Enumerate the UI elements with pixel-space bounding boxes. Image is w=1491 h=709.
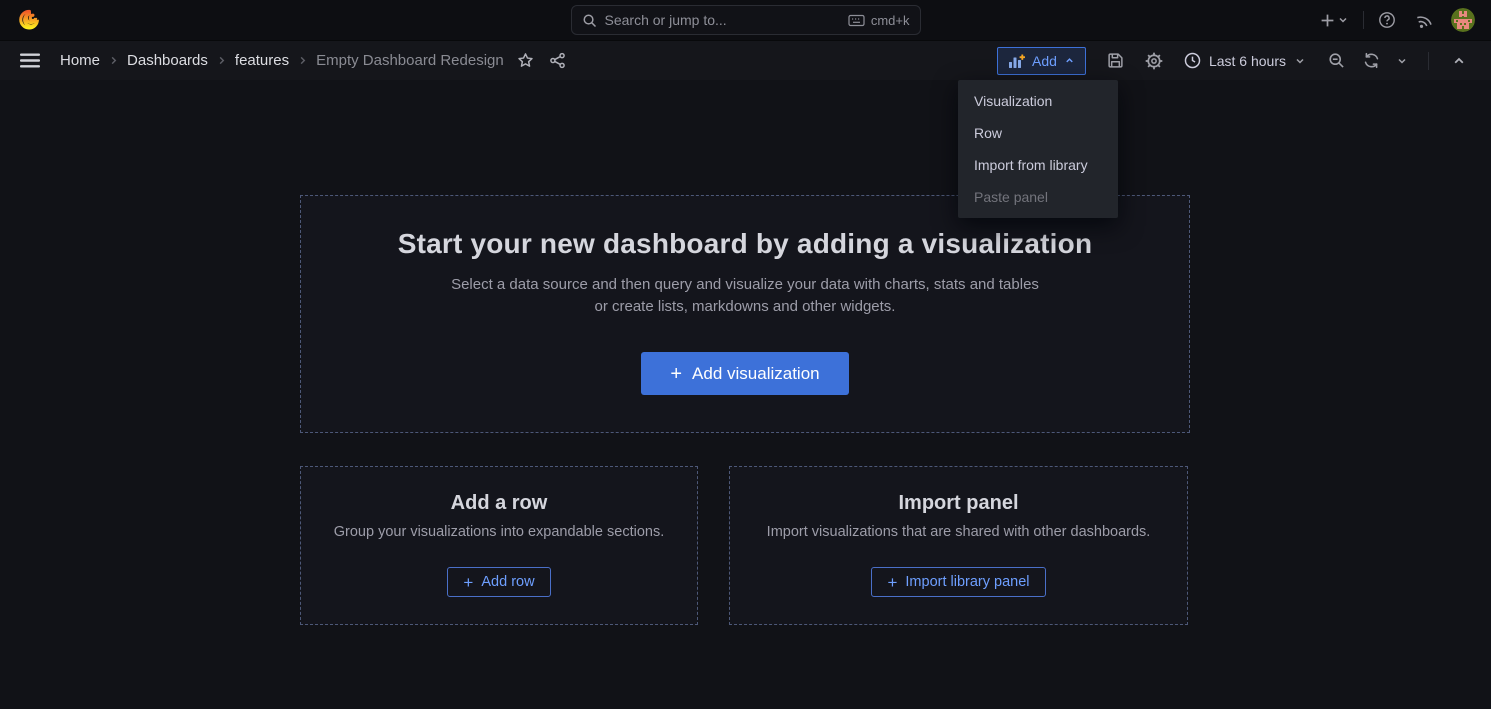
add-visualization-button[interactable]: + Add visualization bbox=[641, 352, 848, 395]
menu-item-import-from-library[interactable]: Import from library bbox=[958, 149, 1118, 181]
plus-icon: + bbox=[463, 574, 473, 591]
breadcrumb-features[interactable]: features bbox=[235, 52, 289, 69]
add-row-subtitle: Group your visualizations into expandabl… bbox=[334, 524, 664, 540]
plus-icon: + bbox=[670, 364, 682, 384]
add-row-title: Add a row bbox=[451, 492, 548, 515]
share-button[interactable] bbox=[542, 45, 574, 77]
cta-title: Start your new dashboard by adding a vis… bbox=[398, 228, 1093, 260]
hamburger-icon bbox=[20, 53, 40, 68]
import-panel-subtitle: Import visualizations that are shared wi… bbox=[767, 524, 1151, 540]
add-visualization-label: Add visualization bbox=[692, 364, 820, 384]
time-range-label: Last 6 hours bbox=[1209, 53, 1286, 69]
dashboard-toolbar: Home Dashboards features Empty Dashboard… bbox=[0, 40, 1491, 80]
time-range-picker[interactable]: Last 6 hours bbox=[1176, 45, 1314, 77]
dashboard-settings-button[interactable] bbox=[1138, 45, 1170, 77]
import-panel: Import panel Import visualizations that … bbox=[729, 466, 1188, 625]
refresh-interval-button[interactable] bbox=[1390, 45, 1414, 77]
cta-subtitle: Select a data source and then query and … bbox=[451, 274, 1039, 318]
chevron-down-icon bbox=[1396, 55, 1408, 67]
chevron-down-icon bbox=[1294, 55, 1306, 67]
rss-icon bbox=[1416, 12, 1433, 29]
menu-item-row[interactable]: Row bbox=[958, 117, 1118, 149]
topbar-divider bbox=[1363, 11, 1364, 29]
menu-item-visualization[interactable]: Visualization bbox=[958, 85, 1118, 117]
cta-subtitle-line2: or create lists, markdowns and other wid… bbox=[595, 298, 896, 315]
zoom-out-time-button[interactable] bbox=[1320, 45, 1352, 77]
add-row-label: Add row bbox=[481, 574, 534, 590]
star-icon bbox=[517, 52, 534, 69]
user-avatar[interactable] bbox=[1451, 8, 1475, 32]
grafana-logo[interactable] bbox=[16, 8, 42, 32]
help-icon bbox=[1378, 11, 1396, 29]
search-icon bbox=[582, 13, 597, 28]
refresh-button[interactable] bbox=[1358, 45, 1384, 77]
add-dropdown-menu: Visualization Row Import from library Pa… bbox=[958, 80, 1118, 218]
chevron-down-icon bbox=[1337, 14, 1349, 26]
toolbar-divider bbox=[1428, 52, 1429, 70]
gear-icon bbox=[1145, 52, 1163, 70]
news-button[interactable] bbox=[1410, 4, 1439, 36]
import-library-panel-label: Import library panel bbox=[905, 574, 1029, 590]
refresh-icon bbox=[1363, 52, 1380, 69]
breadcrumb: Home Dashboards features Empty Dashboard… bbox=[60, 52, 504, 69]
search-placeholder: Search or jump to... bbox=[605, 12, 848, 28]
graph-bar-plus-icon bbox=[1008, 53, 1025, 69]
menu-toggle-button[interactable] bbox=[16, 49, 44, 72]
save-icon bbox=[1107, 52, 1124, 69]
clock-icon bbox=[1184, 52, 1201, 69]
add-row-button[interactable]: + Add row bbox=[447, 567, 550, 597]
empty-dashboard-cta-panel: Start your new dashboard by adding a vis… bbox=[300, 195, 1190, 433]
help-button[interactable] bbox=[1372, 4, 1402, 36]
menu-item-paste-panel: Paste panel bbox=[958, 181, 1118, 213]
search-input[interactable]: Search or jump to... cmd+k bbox=[571, 5, 921, 35]
import-panel-title: Import panel bbox=[898, 492, 1018, 515]
add-panel-button[interactable]: Add bbox=[997, 47, 1086, 75]
search-shortcut-label: cmd+k bbox=[871, 13, 910, 28]
breadcrumb-current-dashboard: Empty Dashboard Redesign bbox=[316, 52, 504, 69]
breadcrumb-dashboards[interactable]: Dashboards bbox=[127, 52, 208, 69]
add-button-label: Add bbox=[1032, 53, 1057, 69]
keyboard-icon bbox=[848, 14, 865, 27]
plus-icon: + bbox=[887, 574, 897, 591]
chevron-right-icon bbox=[298, 56, 307, 65]
plus-icon bbox=[1320, 13, 1335, 28]
favorite-button[interactable] bbox=[510, 45, 542, 77]
import-library-panel-button[interactable]: + Import library panel bbox=[871, 567, 1045, 597]
chevron-right-icon bbox=[217, 56, 226, 65]
zoom-out-icon bbox=[1328, 52, 1345, 69]
save-dashboard-button[interactable] bbox=[1100, 45, 1132, 77]
add-row-panel: Add a row Group your visualizations into… bbox=[300, 466, 698, 625]
chevron-right-icon bbox=[109, 56, 118, 65]
new-menu-button[interactable] bbox=[1314, 4, 1355, 36]
collapse-toolbar-button[interactable] bbox=[1443, 45, 1475, 77]
top-navigation-bar: Search or jump to... cmd+k bbox=[0, 0, 1491, 40]
share-icon bbox=[549, 52, 566, 69]
breadcrumb-home[interactable]: Home bbox=[60, 52, 100, 69]
cta-subtitle-line1: Select a data source and then query and … bbox=[451, 276, 1039, 293]
chevron-up-icon bbox=[1064, 55, 1075, 66]
chevron-up-icon bbox=[1452, 54, 1466, 68]
